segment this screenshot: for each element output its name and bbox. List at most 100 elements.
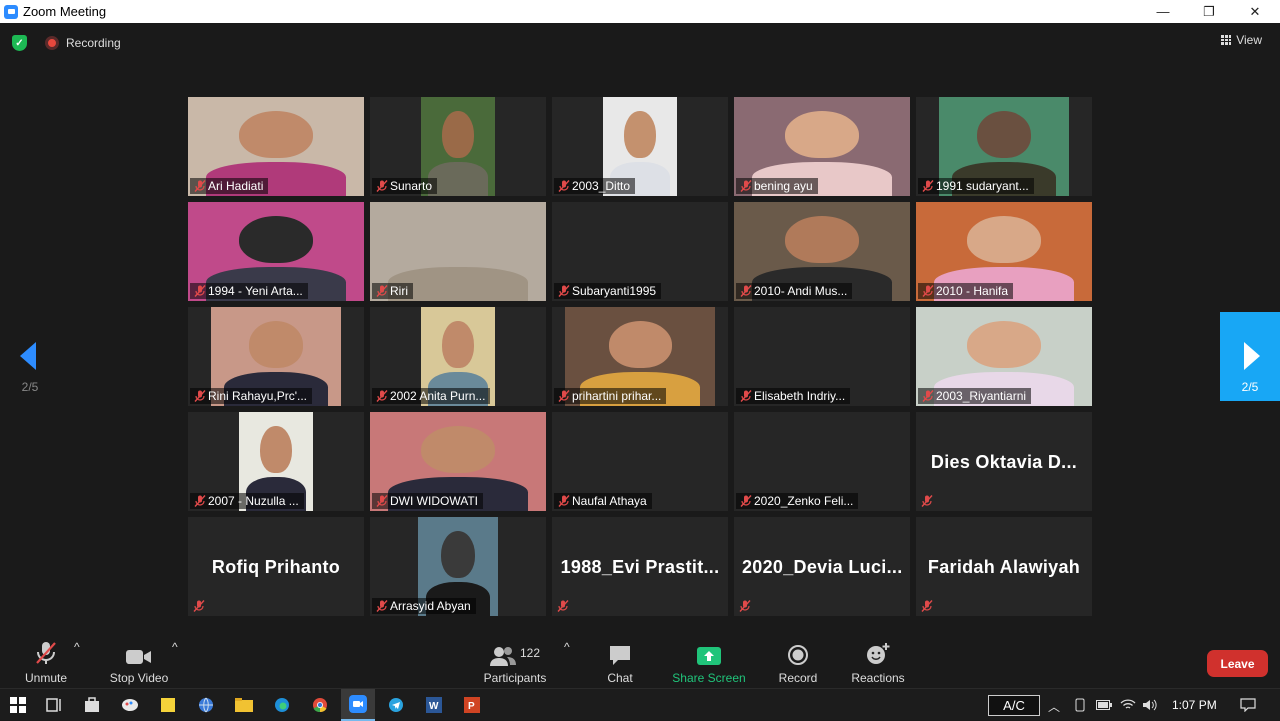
participant-tile[interactable]: 2002 Anita Purn...	[370, 307, 546, 406]
edge-icon[interactable]	[272, 695, 292, 715]
zoom-app-icon	[4, 4, 18, 19]
unmute-button[interactable]: Unmute	[20, 640, 72, 685]
participant-face	[442, 110, 474, 159]
svg-text:W: W	[429, 701, 439, 712]
participants-button[interactable]: 122 Participants	[480, 640, 550, 685]
participant-tile[interactable]: Faridah Alawiyah	[916, 517, 1092, 616]
stop-video-button[interactable]: Stop Video	[106, 640, 172, 685]
participant-face	[624, 110, 656, 159]
muted-microphone-icon	[193, 599, 205, 612]
participants-options-caret[interactable]: ^	[564, 640, 570, 654]
participant-name-label: Riri	[372, 283, 413, 299]
telegram-icon[interactable]	[386, 695, 406, 715]
view-button[interactable]: View	[1221, 33, 1262, 47]
participant-name-label: 2003_Ditto	[554, 178, 636, 194]
audio-options-caret[interactable]: ^	[74, 640, 80, 654]
maximize-button[interactable]: ❐	[1186, 0, 1232, 23]
phone-icon[interactable]	[1070, 695, 1090, 715]
participant-tile[interactable]: 1994 - Yeni Arta...	[188, 202, 364, 301]
participant-tile[interactable]: Subaryanti1995	[552, 202, 728, 301]
participant-tile[interactable]: bening ayu	[734, 97, 910, 196]
volume-icon[interactable]	[1140, 695, 1160, 715]
participant-tile[interactable]: Dies Oktavia D...	[916, 412, 1092, 511]
chat-button[interactable]: Chat	[600, 640, 640, 685]
word-icon[interactable]: W	[424, 695, 444, 715]
participant-tile[interactable]: 1991 sudaryant...	[916, 97, 1092, 196]
muted-microphone-icon	[194, 285, 206, 297]
participant-tile[interactable]: 2020_Devia Luci...	[734, 517, 910, 616]
meeting-toolbar: Unmute ^ Stop Video ^ 122 Participants ^…	[0, 630, 1280, 688]
participant-tile[interactable]: Rofiq Prihanto	[188, 517, 364, 616]
muted-microphone-icon	[558, 285, 570, 297]
muted-microphone-icon	[922, 180, 934, 192]
participant-name: 2020_Zenko Feli...	[754, 494, 854, 508]
minimize-button[interactable]: —	[1140, 0, 1186, 23]
taskbar-clock[interactable]: 1:07 PM	[1172, 698, 1217, 712]
participant-tile[interactable]: 1988_Evi Prastit...	[552, 517, 728, 616]
sticky-notes-icon[interactable]	[158, 695, 178, 715]
participants-icon	[489, 647, 516, 666]
next-page-button[interactable]: 2/5	[1220, 312, 1280, 401]
powerpoint-icon[interactable]: P	[462, 695, 482, 715]
close-button[interactable]: ✕	[1232, 0, 1278, 23]
participant-tile[interactable]: 2003_Ditto	[552, 97, 728, 196]
participant-tile[interactable]: 2020_Zenko Feli...	[734, 412, 910, 511]
participant-tile[interactable]: 2010- Andi Mus...	[734, 202, 910, 301]
globe-icon[interactable]	[196, 695, 216, 715]
participant-name-label: Subaryanti1995	[554, 283, 662, 299]
participant-name-label: Arrasyid Abyan	[372, 598, 476, 614]
muted-microphone-icon	[921, 599, 933, 612]
view-label: View	[1236, 33, 1262, 47]
participant-display-name: Faridah Alawiyah	[927, 557, 1081, 577]
windows-start-icon[interactable]	[8, 695, 28, 715]
arrow-left-icon	[20, 342, 36, 370]
reactions-label: Reactions	[851, 671, 905, 685]
participant-name-label: 2020_Zenko Feli...	[736, 493, 859, 509]
participant-face	[785, 110, 859, 159]
participant-tile[interactable]: Arrasyid Abyan	[370, 517, 546, 616]
participant-tile[interactable]: Rini Rahayu,Prc'...	[188, 307, 364, 406]
participant-tile[interactable]: Naufal Athaya	[552, 412, 728, 511]
wifi-icon[interactable]	[1118, 695, 1138, 715]
muted-microphone-icon	[194, 390, 206, 402]
reactions-button[interactable]: Reactions	[848, 640, 908, 685]
chevron-up-icon[interactable]: ︿	[1048, 698, 1060, 715]
muted-microphone-icon	[194, 495, 206, 507]
record-button[interactable]: Record	[776, 640, 820, 685]
zoom-taskbar-icon[interactable]	[341, 689, 375, 721]
muted-microphone-icon	[376, 495, 388, 507]
participant-tile[interactable]: prihartini prihar...	[552, 307, 728, 406]
participant-name-label: Sunarto	[372, 178, 438, 194]
participant-tile[interactable]: Elisabeth Indriy...	[734, 307, 910, 406]
participant-tile[interactable]: Riri	[370, 202, 546, 301]
participant-tile[interactable]: 2007 - Nuzulla ...	[188, 412, 364, 511]
paint-icon[interactable]	[120, 695, 140, 715]
svg-text:P: P	[468, 701, 475, 712]
security-shield-icon[interactable]: ✓	[12, 35, 27, 51]
chat-bubble-icon	[600, 640, 640, 666]
battery-icon[interactable]	[1094, 695, 1114, 715]
ac-status-box[interactable]: A/C	[988, 695, 1040, 716]
previous-page-button[interactable]: 2/5	[0, 312, 60, 401]
muted-microphone-icon	[20, 640, 72, 666]
participant-tile[interactable]: DWI WIDOWATI	[370, 412, 546, 511]
participant-face	[967, 320, 1041, 369]
participant-name: 1994 - Yeni Arta...	[208, 284, 303, 298]
record-icon	[776, 640, 820, 666]
participant-display-name: 1988_Evi Prastit...	[560, 557, 720, 577]
participant-tile[interactable]: Sunarto	[370, 97, 546, 196]
task-view-icon[interactable]	[44, 695, 64, 715]
participant-name: Subaryanti1995	[572, 284, 657, 298]
chrome-icon[interactable]	[310, 695, 330, 715]
participant-tile[interactable]: Ari Hadiati	[188, 97, 364, 196]
arrow-right-icon	[1244, 342, 1260, 370]
notifications-icon[interactable]	[1238, 695, 1258, 715]
participant-tile[interactable]: 2003_Riyantiarni	[916, 307, 1092, 406]
file-explorer-icon[interactable]	[234, 695, 254, 715]
participant-tile[interactable]: 2010 - Hanifa	[916, 202, 1092, 301]
video-options-caret[interactable]: ^	[172, 640, 178, 654]
share-screen-button[interactable]: Share Screen	[670, 640, 748, 685]
recording-indicator-icon[interactable]	[45, 36, 59, 50]
store-icon[interactable]	[82, 695, 102, 715]
leave-button[interactable]: Leave	[1207, 650, 1268, 677]
